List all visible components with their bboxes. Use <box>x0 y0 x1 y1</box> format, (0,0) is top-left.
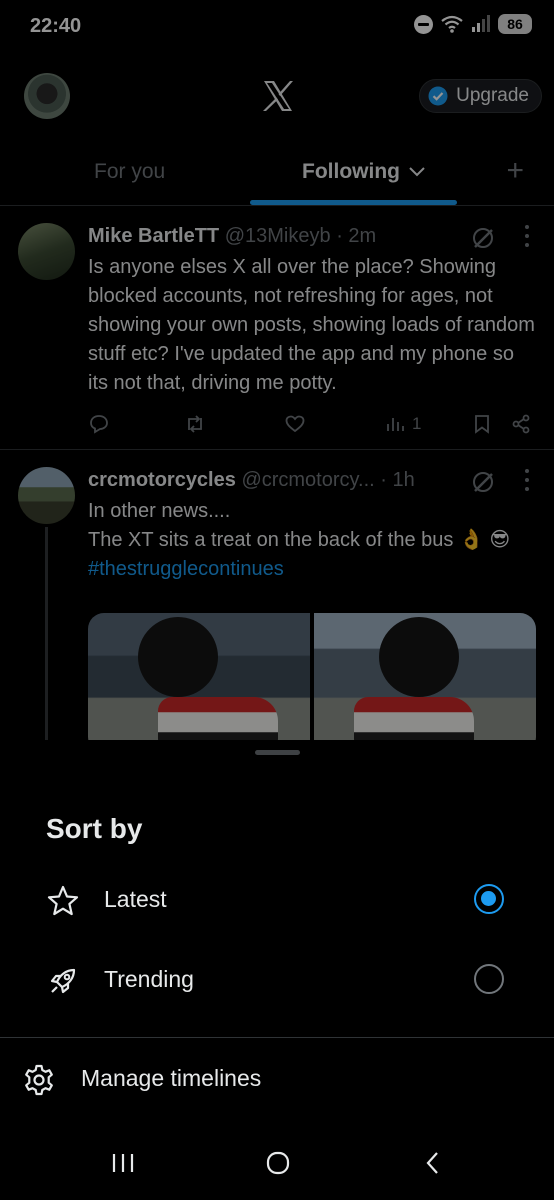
repost-icon <box>188 415 202 433</box>
post-text-line: In other news.... <box>88 500 231 522</box>
post-image[interactable] <box>314 613 536 745</box>
thread-line <box>45 527 48 745</box>
sheet-grabber[interactable] <box>255 750 300 755</box>
battery-indicator: 86 <box>498 14 532 34</box>
post-author-handle: @13Mikeyb <box>224 225 331 247</box>
post-media[interactable] <box>88 613 536 745</box>
upgrade-label: Upgrade <box>456 85 529 106</box>
sort-option-label: Trending <box>104 966 194 992</box>
tab-for-you[interactable]: For you <box>94 160 165 184</box>
status-bar: 22:40 86 <box>0 0 554 56</box>
star-icon <box>47 885 79 916</box>
post-author-avatar[interactable] <box>18 223 75 280</box>
rocket-icon <box>50 968 76 994</box>
post-author-avatar[interactable] <box>18 467 75 524</box>
grok-icon[interactable] <box>470 469 496 495</box>
grok-icon[interactable] <box>470 225 496 251</box>
back-icon <box>426 1152 438 1174</box>
manage-timelines-button[interactable]: Manage timelines <box>0 1055 554 1105</box>
post-timestamp: · 1h <box>380 469 415 491</box>
status-time: 22:40 <box>30 15 82 37</box>
post-text: In other news.... The XT sits a treat on… <box>88 497 538 584</box>
spare-tyre-shape <box>138 617 218 697</box>
post-author-name[interactable]: crcmotorcycles <box>88 469 236 491</box>
views-button[interactable]: 1 <box>384 409 421 439</box>
status-icons: 86 <box>414 14 532 34</box>
motorcycle-shape <box>158 697 278 745</box>
signal-icon <box>472 15 490 32</box>
views-icon <box>387 418 404 431</box>
reply-icon <box>90 415 108 434</box>
home-timeline-background: 22:40 86 Upgrade For you Following + Mik… <box>0 0 554 745</box>
gear-icon <box>25 1064 53 1096</box>
tab-following[interactable]: Following <box>302 160 426 184</box>
more-options-icon[interactable] <box>524 469 530 491</box>
post-header: Mike BartleTT @13Mikeyb · 2m <box>88 225 494 248</box>
post[interactable]: crcmotorcycles @crcmotorcy... · 1h In ot… <box>0 451 554 745</box>
do-not-disturb-icon <box>414 14 433 34</box>
motorcycle-shape <box>354 697 474 745</box>
spare-tyre-shape <box>379 617 459 697</box>
like-button[interactable] <box>284 409 306 439</box>
home-icon <box>266 1151 290 1175</box>
post-text-line: The XT sits a treat on the back of the b… <box>88 529 511 551</box>
bookmark-button[interactable] <box>471 409 493 439</box>
divider <box>0 1037 554 1038</box>
system-navigation-bar <box>0 1130 554 1200</box>
tab-following-label: Following <box>302 160 400 183</box>
sort-option-latest[interactable]: Latest <box>0 870 554 930</box>
back-button[interactable] <box>413 1148 453 1178</box>
sort-option-trending[interactable]: Trending <box>0 950 554 1010</box>
heart-icon <box>285 415 305 433</box>
post-timestamp: · 2m <box>336 225 377 247</box>
reply-button[interactable] <box>88 409 110 439</box>
sheet-title: Sort by <box>46 813 143 844</box>
x-logo-icon <box>263 81 293 111</box>
radio-unselected[interactable] <box>474 964 504 994</box>
profile-avatar[interactable] <box>24 73 70 119</box>
repost-button[interactable] <box>184 409 206 439</box>
upgrade-button[interactable]: Upgrade <box>419 79 542 113</box>
share-icon <box>512 414 530 434</box>
home-button[interactable] <box>258 1148 298 1178</box>
hashtag-link[interactable]: #thestrugglecontinues <box>88 555 538 584</box>
post-author-handle: @crcmotorcy... <box>241 469 375 491</box>
active-tab-indicator <box>250 200 457 205</box>
manage-timelines-label: Manage timelines <box>81 1065 262 1091</box>
post-image[interactable] <box>88 613 310 745</box>
post-author-name[interactable]: Mike BartleTT <box>88 225 219 247</box>
radio-selected[interactable] <box>474 884 504 914</box>
timeline-tabs: For you Following + <box>0 150 554 206</box>
recents-icon <box>112 1154 134 1172</box>
wifi-icon <box>441 15 463 33</box>
bookmark-icon <box>475 415 489 434</box>
add-timeline-button[interactable]: + <box>506 154 524 188</box>
post-actions: 1 <box>88 409 534 439</box>
share-button[interactable] <box>510 409 532 439</box>
post-header: crcmotorcycles @crcmotorcy... · 1h <box>88 469 494 492</box>
views-count: 1 <box>412 414 422 433</box>
sort-option-label: Latest <box>104 886 167 912</box>
post[interactable]: Mike BartleTT @13Mikeyb · 2m Is anyone e… <box>0 207 554 450</box>
more-options-icon[interactable] <box>524 225 530 247</box>
chevron-down-icon <box>409 167 425 177</box>
recent-apps-button[interactable] <box>103 1148 143 1178</box>
verified-badge-icon <box>428 86 448 106</box>
post-text: Is anyone elses X all over the place? Sh… <box>88 256 535 394</box>
